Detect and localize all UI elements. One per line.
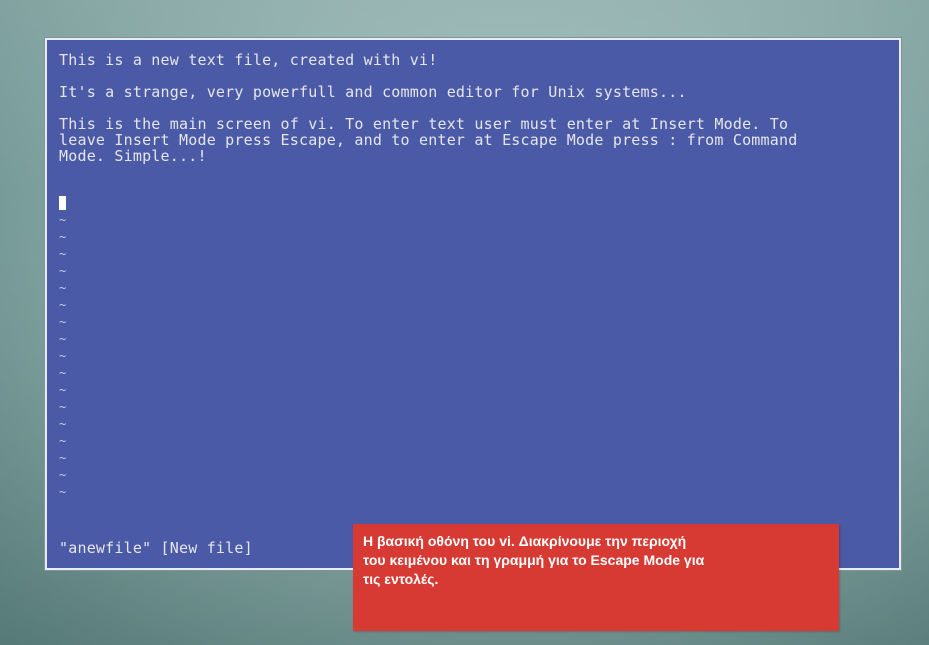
text-line: It's a strange, very powerfull and commo… (59, 83, 687, 101)
caption-text: Η βασική οθόνη του vi. Διακρίνουμε την π… (363, 533, 687, 549)
status-line: "anewfile" [New file] (59, 539, 253, 557)
empty-line-marker: ~ (59, 264, 67, 278)
empty-line-marker: ~ (59, 434, 67, 448)
caption-text: τις εντολές. (363, 571, 439, 587)
empty-line-marker: ~ (59, 366, 67, 380)
vi-editor-window[interactable]: This is a new text file, created with vi… (45, 38, 901, 570)
empty-line-marker: ~ (59, 383, 67, 397)
empty-line-marker: ~ (59, 332, 67, 346)
caption-text: του κειμένου και τη γραμμή για το Escape… (363, 552, 705, 568)
empty-line-marker: ~ (59, 349, 67, 363)
text-line: leave Insert Mode press Escape, and to e… (59, 131, 798, 149)
text-line: Mode. Simple...! (59, 147, 207, 165)
empty-line-marker: ~ (59, 230, 67, 244)
empty-line-marker: ~ (59, 451, 67, 465)
text-line: This is the main screen of vi. To enter … (59, 115, 789, 133)
empty-line-marker: ~ (59, 315, 67, 329)
text-line: This is a new text file, created with vi… (59, 51, 438, 69)
text-cursor (59, 196, 66, 210)
empty-line-marker: ~ (59, 400, 67, 414)
text-line (59, 100, 899, 116)
empty-line-marker: ~ (59, 281, 67, 295)
caption-box: Η βασική οθόνη του vi. Διακρίνουμε την π… (353, 524, 839, 631)
text-line (59, 68, 899, 84)
empty-line-marker: ~ (59, 485, 67, 499)
empty-line-marker: ~ (59, 417, 67, 431)
empty-line-marker: ~ (59, 468, 67, 482)
empty-line-marker: ~ (59, 247, 67, 261)
empty-line-marker: ~ (59, 298, 67, 312)
cursor-line[interactable] (59, 196, 899, 212)
empty-line-marker: ~ (59, 213, 67, 227)
